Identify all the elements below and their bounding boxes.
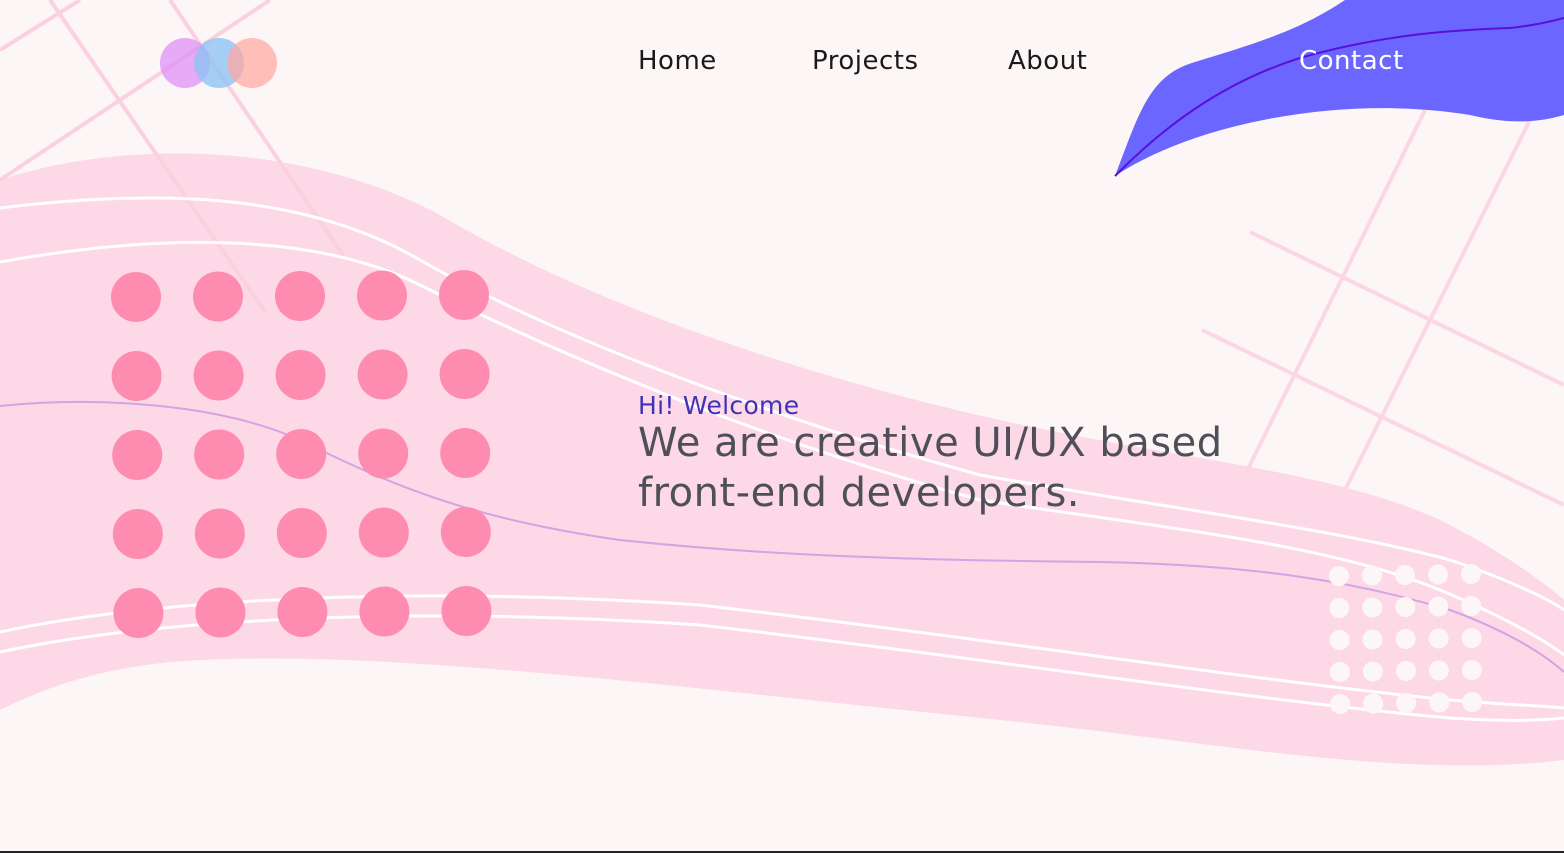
white-dot xyxy=(1461,628,1482,648)
white-dot xyxy=(1396,693,1417,713)
pink-dot xyxy=(357,349,408,400)
pink-dot xyxy=(359,586,410,637)
white-dot xyxy=(1428,564,1448,585)
nav-contact[interactable]: Contact xyxy=(1299,46,1404,76)
pink-dot xyxy=(193,350,244,401)
white-dot xyxy=(1329,566,1349,586)
white-dot xyxy=(1362,597,1383,618)
white-dot xyxy=(1363,693,1384,714)
contact-blob xyxy=(1115,0,1564,176)
white-dot xyxy=(1461,564,1481,584)
main-nav: Home Projects About Contact xyxy=(0,46,1564,82)
pink-dot xyxy=(195,587,246,638)
pink-dot xyxy=(275,350,326,400)
pink-dot xyxy=(439,270,489,320)
pink-dot xyxy=(441,586,492,636)
white-dot xyxy=(1362,629,1383,650)
pink-dot xyxy=(276,508,327,558)
pink-dot xyxy=(439,349,490,399)
pink-dot xyxy=(358,507,409,558)
white-dot xyxy=(1395,597,1416,617)
white-dot xyxy=(1395,661,1416,681)
pink-dot xyxy=(194,429,245,480)
white-dot xyxy=(1362,565,1382,586)
white-dot xyxy=(1330,694,1351,714)
pink-dot xyxy=(113,588,164,638)
pink-dot xyxy=(112,509,163,559)
white-dot xyxy=(1329,598,1350,618)
white-dot xyxy=(1428,596,1449,617)
pink-dot xyxy=(358,428,409,479)
hero-headline-line-1: We are creative UI/UX based xyxy=(638,420,1223,466)
pink-dot xyxy=(194,508,245,559)
white-dot xyxy=(1428,660,1449,681)
white-dot xyxy=(1329,630,1350,650)
pink-dot xyxy=(440,507,491,557)
white-dot xyxy=(1329,662,1350,682)
pink-dot xyxy=(112,430,163,480)
white-dot xyxy=(1395,565,1415,585)
white-dot xyxy=(1428,628,1449,649)
white-dot xyxy=(1362,661,1383,682)
white-dot xyxy=(1395,629,1416,649)
pink-dot xyxy=(440,428,491,478)
white-dot xyxy=(1461,596,1482,616)
pink-dot xyxy=(276,429,327,479)
white-dot xyxy=(1462,692,1483,712)
pink-dot xyxy=(193,271,243,322)
hero-headline-line-2: front-end developers. xyxy=(638,470,1081,516)
nav-about[interactable]: About xyxy=(1008,46,1087,76)
nav-home[interactable]: Home xyxy=(638,46,717,76)
hero-headline: We are creative UI/UX based front-end de… xyxy=(638,418,1278,518)
nav-projects[interactable]: Projects xyxy=(812,46,919,76)
white-dot xyxy=(1461,660,1482,680)
pink-dot xyxy=(111,272,161,322)
hero: Hi! Welcome We are creative UI/UX based … xyxy=(638,390,1278,518)
white-dot xyxy=(1429,692,1450,713)
pink-dot xyxy=(275,271,325,321)
pink-dot xyxy=(357,270,407,321)
pink-dot xyxy=(277,587,328,637)
pink-dot xyxy=(111,351,162,401)
